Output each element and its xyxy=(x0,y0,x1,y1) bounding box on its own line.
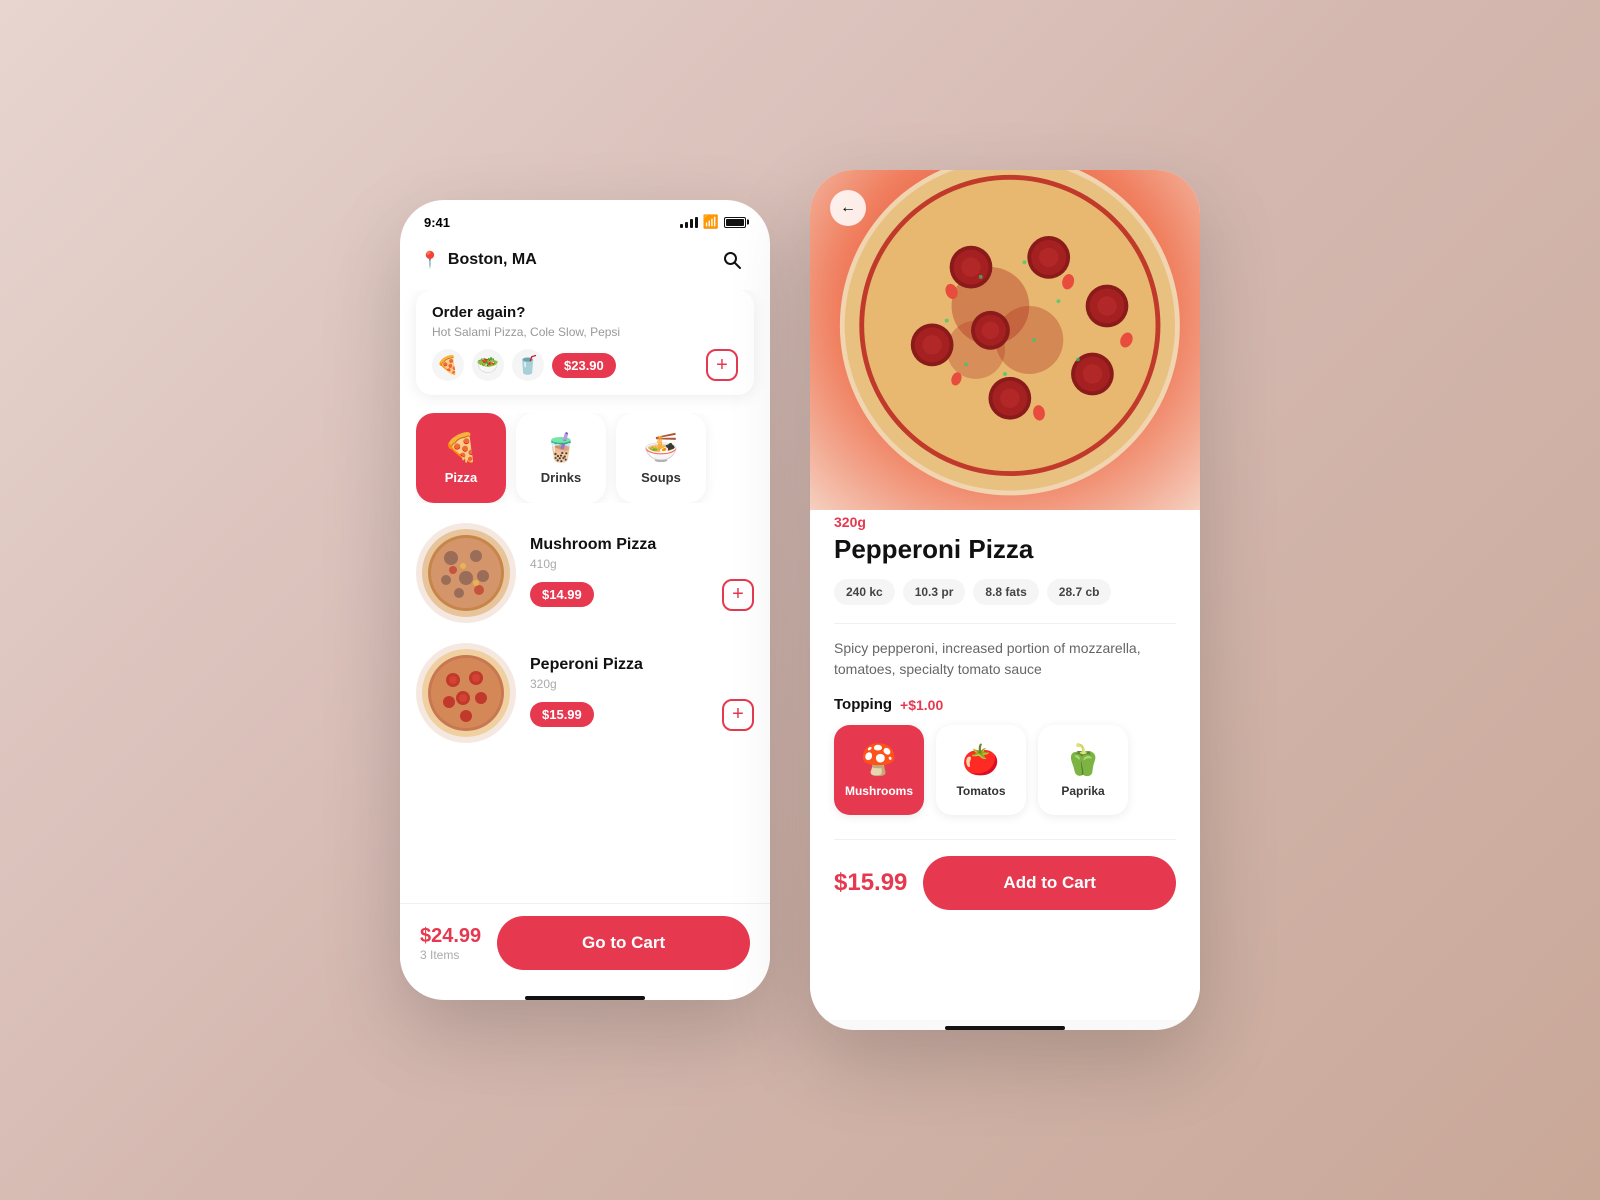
order-price: $23.90 xyxy=(552,353,616,378)
add-pepperoni-button[interactable]: + xyxy=(722,699,754,731)
mushroom-info: Mushroom Pizza 410g $14.99 + xyxy=(530,536,754,611)
cart-price: $24.99 xyxy=(420,925,481,948)
topping-price: +$1.00 xyxy=(900,697,943,713)
nutrition-cb: 28.7 cb xyxy=(1047,579,1112,605)
category-soups[interactable]: 🍜 Soups xyxy=(616,413,706,503)
topping-label: Topping xyxy=(834,696,892,713)
pepperoni-pizza-svg xyxy=(421,648,511,738)
home-indicator xyxy=(525,996,645,1000)
pizza-emoji: 🍕 xyxy=(444,431,479,464)
nutrition-row: 240 kc 10.3 pr 8.8 fats 28.7 cb xyxy=(834,579,1176,605)
nutrition-fats: 8.8 fats xyxy=(973,579,1038,605)
menu-item-mushroom: Mushroom Pizza 410g $14.99 + xyxy=(416,523,754,623)
pizza-illustration xyxy=(810,170,1200,510)
right-phone: ← xyxy=(810,170,1200,1030)
mushroom-emoji: 🍄 xyxy=(860,743,897,778)
detail-content: 320g Pepperoni Pizza 240 kc 10.3 pr 8.8 … xyxy=(810,490,1200,1020)
pepperoni-pizza-image xyxy=(416,643,516,743)
search-button[interactable] xyxy=(714,242,750,278)
item-title: Pepperoni Pizza xyxy=(834,534,1176,565)
drinks-emoji: 🧋 xyxy=(544,431,579,464)
item-description: Spicy pepperoni, increased portion of mo… xyxy=(834,638,1176,680)
nutrition-pr: 10.3 pr xyxy=(903,579,966,605)
menu-item-pepperoni: Peperoni Pizza 320g $15.99 + xyxy=(416,643,754,743)
status-bar: 9:41 📶 xyxy=(400,200,770,238)
mushroom-topping-label: Mushrooms xyxy=(845,784,913,798)
location-info: 📍 Boston, MA xyxy=(420,250,537,270)
food-emoji-drink: 🥤 xyxy=(512,349,544,381)
pizza-label: Pizza xyxy=(445,470,478,485)
reorder-button[interactable]: + xyxy=(706,349,738,381)
pepperoni-info: Peperoni Pizza 320g $15.99 + xyxy=(530,656,754,731)
mushroom-pizza-svg xyxy=(421,528,511,618)
cart-items: 3 Items xyxy=(420,948,481,962)
category-pizza[interactable]: 🍕 Pizza xyxy=(416,413,506,503)
category-tabs: 🍕 Pizza 🧋 Drinks 🍜 Soups xyxy=(416,413,754,503)
pizza-hero-image: ← xyxy=(810,170,1200,510)
order-again-title: Order again? xyxy=(432,304,738,321)
tomato-emoji: 🍅 xyxy=(962,743,999,778)
mushroom-pizza-image xyxy=(416,523,516,623)
location-text: Boston, MA xyxy=(448,251,537,269)
food-emoji-pizza: 🍕 xyxy=(432,349,464,381)
right-home-indicator xyxy=(945,1026,1065,1030)
pepperoni-price: $15.99 xyxy=(530,702,594,727)
go-to-cart-button[interactable]: Go to Cart xyxy=(497,916,750,970)
pepperoni-weight: 320g xyxy=(530,677,754,691)
order-again-card: Order again? Hot Salami Pizza, Cole Slow… xyxy=(416,290,754,395)
back-button[interactable]: ← xyxy=(830,190,866,226)
time-display: 9:41 xyxy=(424,215,450,230)
cart-total: $24.99 3 Items xyxy=(420,925,481,962)
mushroom-bottom: $14.99 + xyxy=(530,579,754,611)
tomato-topping-label: Tomatos xyxy=(956,784,1005,798)
toppings-row: 🍄 Mushrooms 🍅 Tomatos 🫑 Paprika xyxy=(834,725,1176,815)
pepperoni-bottom: $15.99 + xyxy=(530,699,754,731)
paprika-topping-label: Paprika xyxy=(1061,784,1104,798)
mushroom-price: $14.99 xyxy=(530,582,594,607)
category-drinks[interactable]: 🧋 Drinks xyxy=(516,413,606,503)
scroll-content: Order again? Hot Salami Pizza, Cole Slow… xyxy=(400,290,770,903)
topping-paprika[interactable]: 🫑 Paprika xyxy=(1038,725,1128,815)
add-mushroom-button[interactable]: + xyxy=(722,579,754,611)
paprika-emoji: 🫑 xyxy=(1064,743,1101,778)
order-again-row: 🍕 🥗 🥤 $23.90 + xyxy=(432,349,738,381)
wifi-icon: 📶 xyxy=(703,214,719,230)
pin-icon: 📍 xyxy=(420,250,440,270)
topping-mushrooms[interactable]: 🍄 Mushrooms xyxy=(834,725,924,815)
signal-icon xyxy=(680,217,698,228)
soups-emoji: 🍜 xyxy=(644,431,679,464)
food-emoji-salad: 🥗 xyxy=(472,349,504,381)
drinks-label: Drinks xyxy=(541,470,581,485)
mushroom-weight: 410g xyxy=(530,557,754,571)
order-again-subtitle: Hot Salami Pizza, Cole Slow, Pepsi xyxy=(432,325,738,339)
detail-price: $15.99 xyxy=(834,869,907,897)
status-icons: 📶 xyxy=(680,214,746,230)
battery-icon xyxy=(724,217,746,228)
left-phone: 9:41 📶 📍 Boston, MA xyxy=(400,200,770,1000)
soups-label: Soups xyxy=(641,470,681,485)
bottom-bar: $24.99 3 Items Go to Cart xyxy=(400,903,770,990)
mushroom-name: Mushroom Pizza xyxy=(530,536,754,554)
item-gram: 320g xyxy=(834,514,1176,530)
add-to-cart-button[interactable]: Add to Cart xyxy=(923,856,1176,910)
topping-tomatos[interactable]: 🍅 Tomatos xyxy=(936,725,1026,815)
location-bar: 📍 Boston, MA xyxy=(400,238,770,290)
pepperoni-name: Peperoni Pizza xyxy=(530,656,754,674)
back-icon: ← xyxy=(840,199,856,217)
divider-1 xyxy=(834,623,1176,624)
nutrition-kc: 240 kc xyxy=(834,579,895,605)
detail-bottom: $15.99 Add to Cart xyxy=(834,839,1176,930)
search-icon xyxy=(722,250,742,270)
topping-header: Topping +$1.00 xyxy=(834,696,1176,713)
